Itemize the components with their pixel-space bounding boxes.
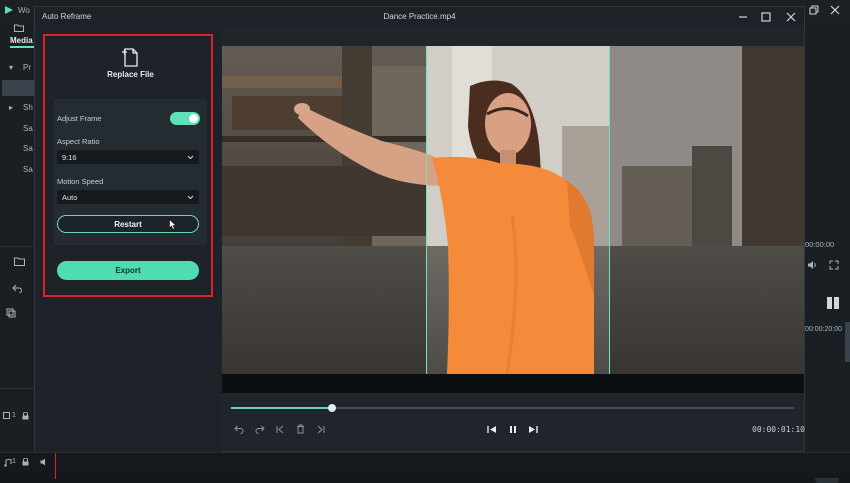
progress-handle[interactable]	[328, 404, 336, 412]
tree-item[interactable]: Sh	[23, 103, 33, 112]
divider	[0, 388, 34, 389]
minimize-icon	[739, 16, 747, 18]
media-tab-underline	[10, 46, 34, 48]
previous-frame-button[interactable]	[486, 423, 498, 435]
folder-icon	[14, 24, 24, 32]
copy-icon[interactable]	[6, 308, 16, 318]
video-preview[interactable]	[222, 46, 804, 374]
speaker-icon[interactable]	[40, 458, 49, 466]
media-tab[interactable]: Media	[10, 36, 33, 45]
editor-timecode: 00:00:00	[805, 240, 835, 249]
audio-track-number: 1	[12, 458, 16, 465]
undo-icon	[234, 425, 244, 434]
preview-letterbox	[222, 374, 804, 393]
previous-frame-icon	[487, 425, 496, 433]
playhead[interactable]	[55, 453, 56, 479]
redo-icon	[255, 425, 265, 434]
file-name: Dance Practice.mp4	[383, 12, 456, 21]
tree-item[interactable]: Sa	[23, 124, 33, 133]
redo-button[interactable]	[254, 423, 266, 435]
pause-icon	[510, 425, 516, 433]
new-folder-icon[interactable]	[14, 257, 25, 266]
tree-item[interactable]: Sa	[23, 165, 33, 174]
mark-in-button[interactable]	[274, 423, 286, 435]
volume-icon[interactable]	[807, 260, 817, 270]
tree-item-selected[interactable]	[2, 80, 34, 96]
editor-right-panel: 00:00:00 00:00:20:00	[805, 22, 850, 483]
pause-button[interactable]	[507, 423, 519, 435]
trash-icon	[296, 424, 304, 434]
tree-item[interactable]: Pr	[23, 63, 31, 72]
video-track-number: 1	[12, 412, 16, 419]
maximize-button[interactable]	[759, 10, 773, 24]
mark-out-icon	[317, 425, 325, 433]
next-frame-icon	[529, 425, 538, 433]
mark-in-icon	[276, 425, 284, 433]
dialog-titlebar: Auto Reframe Dance Practice.mp4	[35, 7, 804, 27]
lock-icon[interactable]	[22, 458, 29, 466]
progress-fill	[231, 407, 332, 409]
tree-arrow[interactable]: ▸	[9, 103, 13, 112]
lock-icon[interactable]	[22, 412, 29, 420]
video-track-icon	[3, 412, 12, 419]
close-icon[interactable]	[830, 5, 840, 15]
filmora-logo-icon	[4, 5, 14, 15]
tree-arrow[interactable]: ▾	[9, 63, 13, 72]
undo-icon[interactable]	[12, 284, 22, 293]
highlight-box	[43, 34, 213, 297]
editor-title: Wo	[18, 6, 30, 15]
playback-timecode: 00:00:01:10	[752, 425, 805, 434]
close-icon	[786, 12, 796, 22]
restore-icon[interactable]	[809, 5, 819, 15]
tree-item[interactable]: Sa	[23, 144, 33, 153]
scrollbar[interactable]	[845, 322, 850, 362]
mark-out-button[interactable]	[315, 423, 327, 435]
editor-left-panel: Media ▾ Pr ▸ Sh Sa Sa Sa 1	[0, 22, 34, 478]
ruler-timecode: 00:00:20:00	[805, 326, 842, 333]
undo-button[interactable]	[233, 423, 245, 435]
divider	[0, 246, 34, 247]
close-button[interactable]	[784, 10, 798, 24]
fullscreen-icon[interactable]	[829, 260, 839, 270]
audio-track-icon	[4, 459, 12, 467]
delete-button[interactable]	[294, 423, 306, 435]
maximize-icon	[761, 12, 771, 22]
pause-bar-icon[interactable]	[827, 297, 832, 309]
editor-bottom-track: 1	[0, 452, 850, 479]
auto-reframe-dialog: Auto Reframe Dance Practice.mp4 Replace …	[34, 6, 805, 452]
next-frame-button[interactable]	[527, 423, 539, 435]
minimize-button[interactable]	[736, 10, 750, 24]
pause-bar-icon[interactable]	[834, 297, 839, 309]
reframe-crop-box[interactable]	[426, 46, 610, 374]
